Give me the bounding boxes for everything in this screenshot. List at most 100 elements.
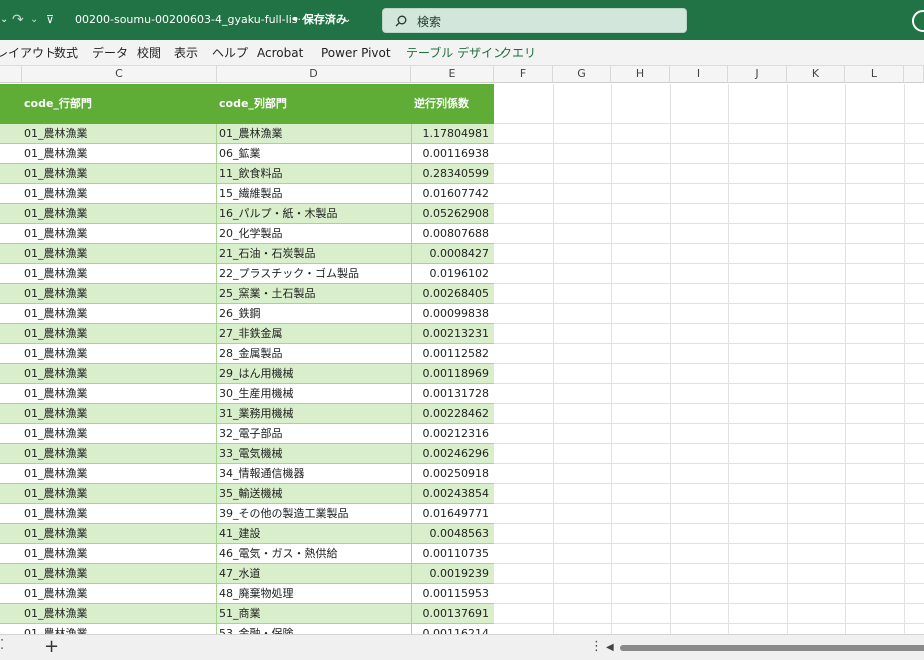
cell-row-sector[interactable]: 01_農林漁業 [24, 524, 214, 544]
cell-row-sector[interactable]: 01_農林漁業 [24, 324, 214, 344]
save-status-chevron-icon[interactable]: ⌄ [343, 0, 351, 40]
cell-column-sector[interactable]: 47_水道 [219, 564, 409, 584]
cell-row-sector[interactable]: 01_農林漁業 [24, 504, 214, 524]
header-row-sector[interactable]: code_行部門 [24, 84, 92, 124]
cell-coefficient[interactable]: 0.0048563 [412, 524, 491, 544]
cell-column-sector[interactable]: 25_窯業・土石製品 [219, 284, 409, 304]
column-header-m[interactable] [904, 66, 924, 83]
cell-coefficient[interactable]: 1.17804981 [412, 124, 491, 144]
column-header-e[interactable]: E [411, 66, 494, 83]
quick-access-menu-icon[interactable]: ⊽ [46, 0, 54, 40]
tab-query[interactable]: クエリ [500, 40, 536, 66]
cell-column-sector[interactable]: 22_プラスチック・ゴム製品 [219, 264, 409, 284]
cell-coefficient[interactable]: 0.0008427 [412, 244, 491, 264]
sheet-scroll-left-icon[interactable]: ⁚ [0, 638, 4, 653]
chevron-down-icon[interactable]: ⌄ [0, 0, 8, 40]
cell-column-sector[interactable]: 15_繊維製品 [219, 184, 409, 204]
cell-coefficient[interactable]: 0.00116938 [412, 144, 491, 164]
cell-column-sector[interactable]: 26_鉄鋼 [219, 304, 409, 324]
cell-column-sector[interactable]: 46_電気・ガス・熱供給 [219, 544, 409, 564]
cell-coefficient[interactable]: 0.00137691 [412, 604, 491, 624]
header-inverse-coefficient[interactable]: 逆行列係数 [414, 84, 469, 124]
document-title[interactable]: 00200-soumu-00200603-4_gyaku-full-lis··· [75, 0, 308, 40]
horizontal-scrollbar[interactable]: ◀ [606, 642, 924, 653]
tab-layout[interactable]: レイアウト [0, 40, 56, 66]
cell-row-sector[interactable]: 01_農林漁業 [24, 264, 214, 284]
cell-column-sector[interactable]: 21_石油・石炭製品 [219, 244, 409, 264]
tab-review[interactable]: 校閲 [137, 40, 161, 66]
cell-row-sector[interactable]: 01_農林漁業 [24, 584, 214, 604]
tab-acrobat[interactable]: Acrobat [257, 40, 303, 66]
column-header-l[interactable]: L [845, 66, 904, 83]
cell-row-sector[interactable]: 01_農林漁業 [24, 544, 214, 564]
add-sheet-button[interactable]: + [44, 636, 59, 657]
account-avatar[interactable] [912, 10, 924, 32]
cell-column-sector[interactable]: 06_鉱業 [219, 144, 409, 164]
worksheet-grid[interactable]: code_行部門 code_列部門 逆行列係数 01_農林漁業 01_農林漁業 1.… [0, 84, 924, 634]
cell-coefficient[interactable]: 0.00213231 [412, 324, 491, 344]
redo-icon[interactable]: ↷ [12, 0, 24, 40]
cell-row-sector[interactable]: 01_農林漁業 [24, 424, 214, 444]
cell-column-sector[interactable]: 01_農林漁業 [219, 124, 409, 144]
column-header-i[interactable]: I [670, 66, 728, 83]
cell-column-sector[interactable]: 28_金属製品 [219, 344, 409, 364]
cell-column-sector[interactable]: 35_輸送機械 [219, 484, 409, 504]
cell-coefficient[interactable]: 0.00250918 [412, 464, 491, 484]
cell-coefficient[interactable]: 0.00243854 [412, 484, 491, 504]
cell-column-sector[interactable]: 53_金融・保険 [219, 624, 409, 634]
cell-row-sector[interactable]: 01_農林漁業 [24, 364, 214, 384]
cell-column-sector[interactable]: 30_生産用機械 [219, 384, 409, 404]
column-header-g[interactable]: G [553, 66, 611, 83]
cell-column-sector[interactable]: 34_情報通信機器 [219, 464, 409, 484]
tab-help[interactable]: ヘルプ [212, 40, 248, 66]
cell-column-sector[interactable]: 20_化学製品 [219, 224, 409, 244]
cell-column-sector[interactable]: 11_飲食料品 [219, 164, 409, 184]
cell-coefficient[interactable]: 0.00807688 [412, 224, 491, 244]
column-header-h[interactable]: H [611, 66, 670, 83]
cell-column-sector[interactable]: 33_電気機械 [219, 444, 409, 464]
search-box[interactable]: 検索 [382, 8, 687, 33]
cell-column-sector[interactable]: 16_パルプ・紙・木製品 [219, 204, 409, 224]
cell-column-sector[interactable]: 32_電子部品 [219, 424, 409, 444]
cell-row-sector[interactable]: 01_農林漁業 [24, 184, 214, 204]
cell-coefficient[interactable]: 0.00115953 [412, 584, 491, 604]
redo-dropdown-icon[interactable]: ⌄ [30, 0, 38, 40]
cell-coefficient[interactable]: 0.01607742 [412, 184, 491, 204]
column-header-d[interactable]: D [217, 66, 411, 83]
cell-row-sector[interactable]: 01_農林漁業 [24, 224, 214, 244]
cell-row-sector[interactable]: 01_農林漁業 [24, 624, 214, 634]
column-header-f[interactable]: F [494, 66, 553, 83]
column-header-k[interactable]: K [787, 66, 845, 83]
tab-formulas[interactable]: 数式 [54, 40, 78, 66]
cell-row-sector[interactable]: 01_農林漁業 [24, 604, 214, 624]
column-header-b[interactable] [0, 66, 22, 83]
cell-row-sector[interactable]: 01_農林漁業 [24, 564, 214, 584]
cell-coefficient[interactable]: 0.00112582 [412, 344, 491, 364]
cell-coefficient[interactable]: 0.28340599 [412, 164, 491, 184]
cell-column-sector[interactable]: 51_商業 [219, 604, 409, 624]
cell-column-sector[interactable]: 31_業務用機械 [219, 404, 409, 424]
scrollbar-thumb[interactable] [620, 645, 924, 651]
split-handle-icon[interactable]: ⋮ [590, 639, 603, 654]
cell-row-sector[interactable]: 01_農林漁業 [24, 384, 214, 404]
cell-coefficient[interactable]: 0.01649771 [412, 504, 491, 524]
column-header-c[interactable]: C [22, 66, 217, 83]
save-status[interactable]: • 保存済み [292, 0, 347, 40]
cell-row-sector[interactable]: 01_農林漁業 [24, 344, 214, 364]
cell-row-sector[interactable]: 01_農林漁業 [24, 284, 214, 304]
cell-column-sector[interactable]: 39_その他の製造工業製品 [219, 504, 409, 524]
cell-row-sector[interactable]: 01_農林漁業 [24, 464, 214, 484]
cell-coefficient[interactable]: 0.00268405 [412, 284, 491, 304]
cell-column-sector[interactable]: 41_建設 [219, 524, 409, 544]
tab-view[interactable]: 表示 [174, 40, 198, 66]
cell-coefficient[interactable]: 0.0019239 [412, 564, 491, 584]
cell-coefficient[interactable]: 0.00116214 [412, 624, 491, 634]
cell-column-sector[interactable]: 48_廃棄物処理 [219, 584, 409, 604]
cell-row-sector[interactable]: 01_農林漁業 [24, 164, 214, 184]
cell-row-sector[interactable]: 01_農林漁業 [24, 444, 214, 464]
cell-row-sector[interactable]: 01_農林漁業 [24, 124, 214, 144]
cell-row-sector[interactable]: 01_農林漁業 [24, 244, 214, 264]
scroll-left-arrow-icon[interactable]: ◀ [606, 642, 614, 653]
header-column-sector[interactable]: code_列部門 [219, 84, 287, 124]
tab-table-design[interactable]: テーブル デザイン [406, 40, 505, 66]
